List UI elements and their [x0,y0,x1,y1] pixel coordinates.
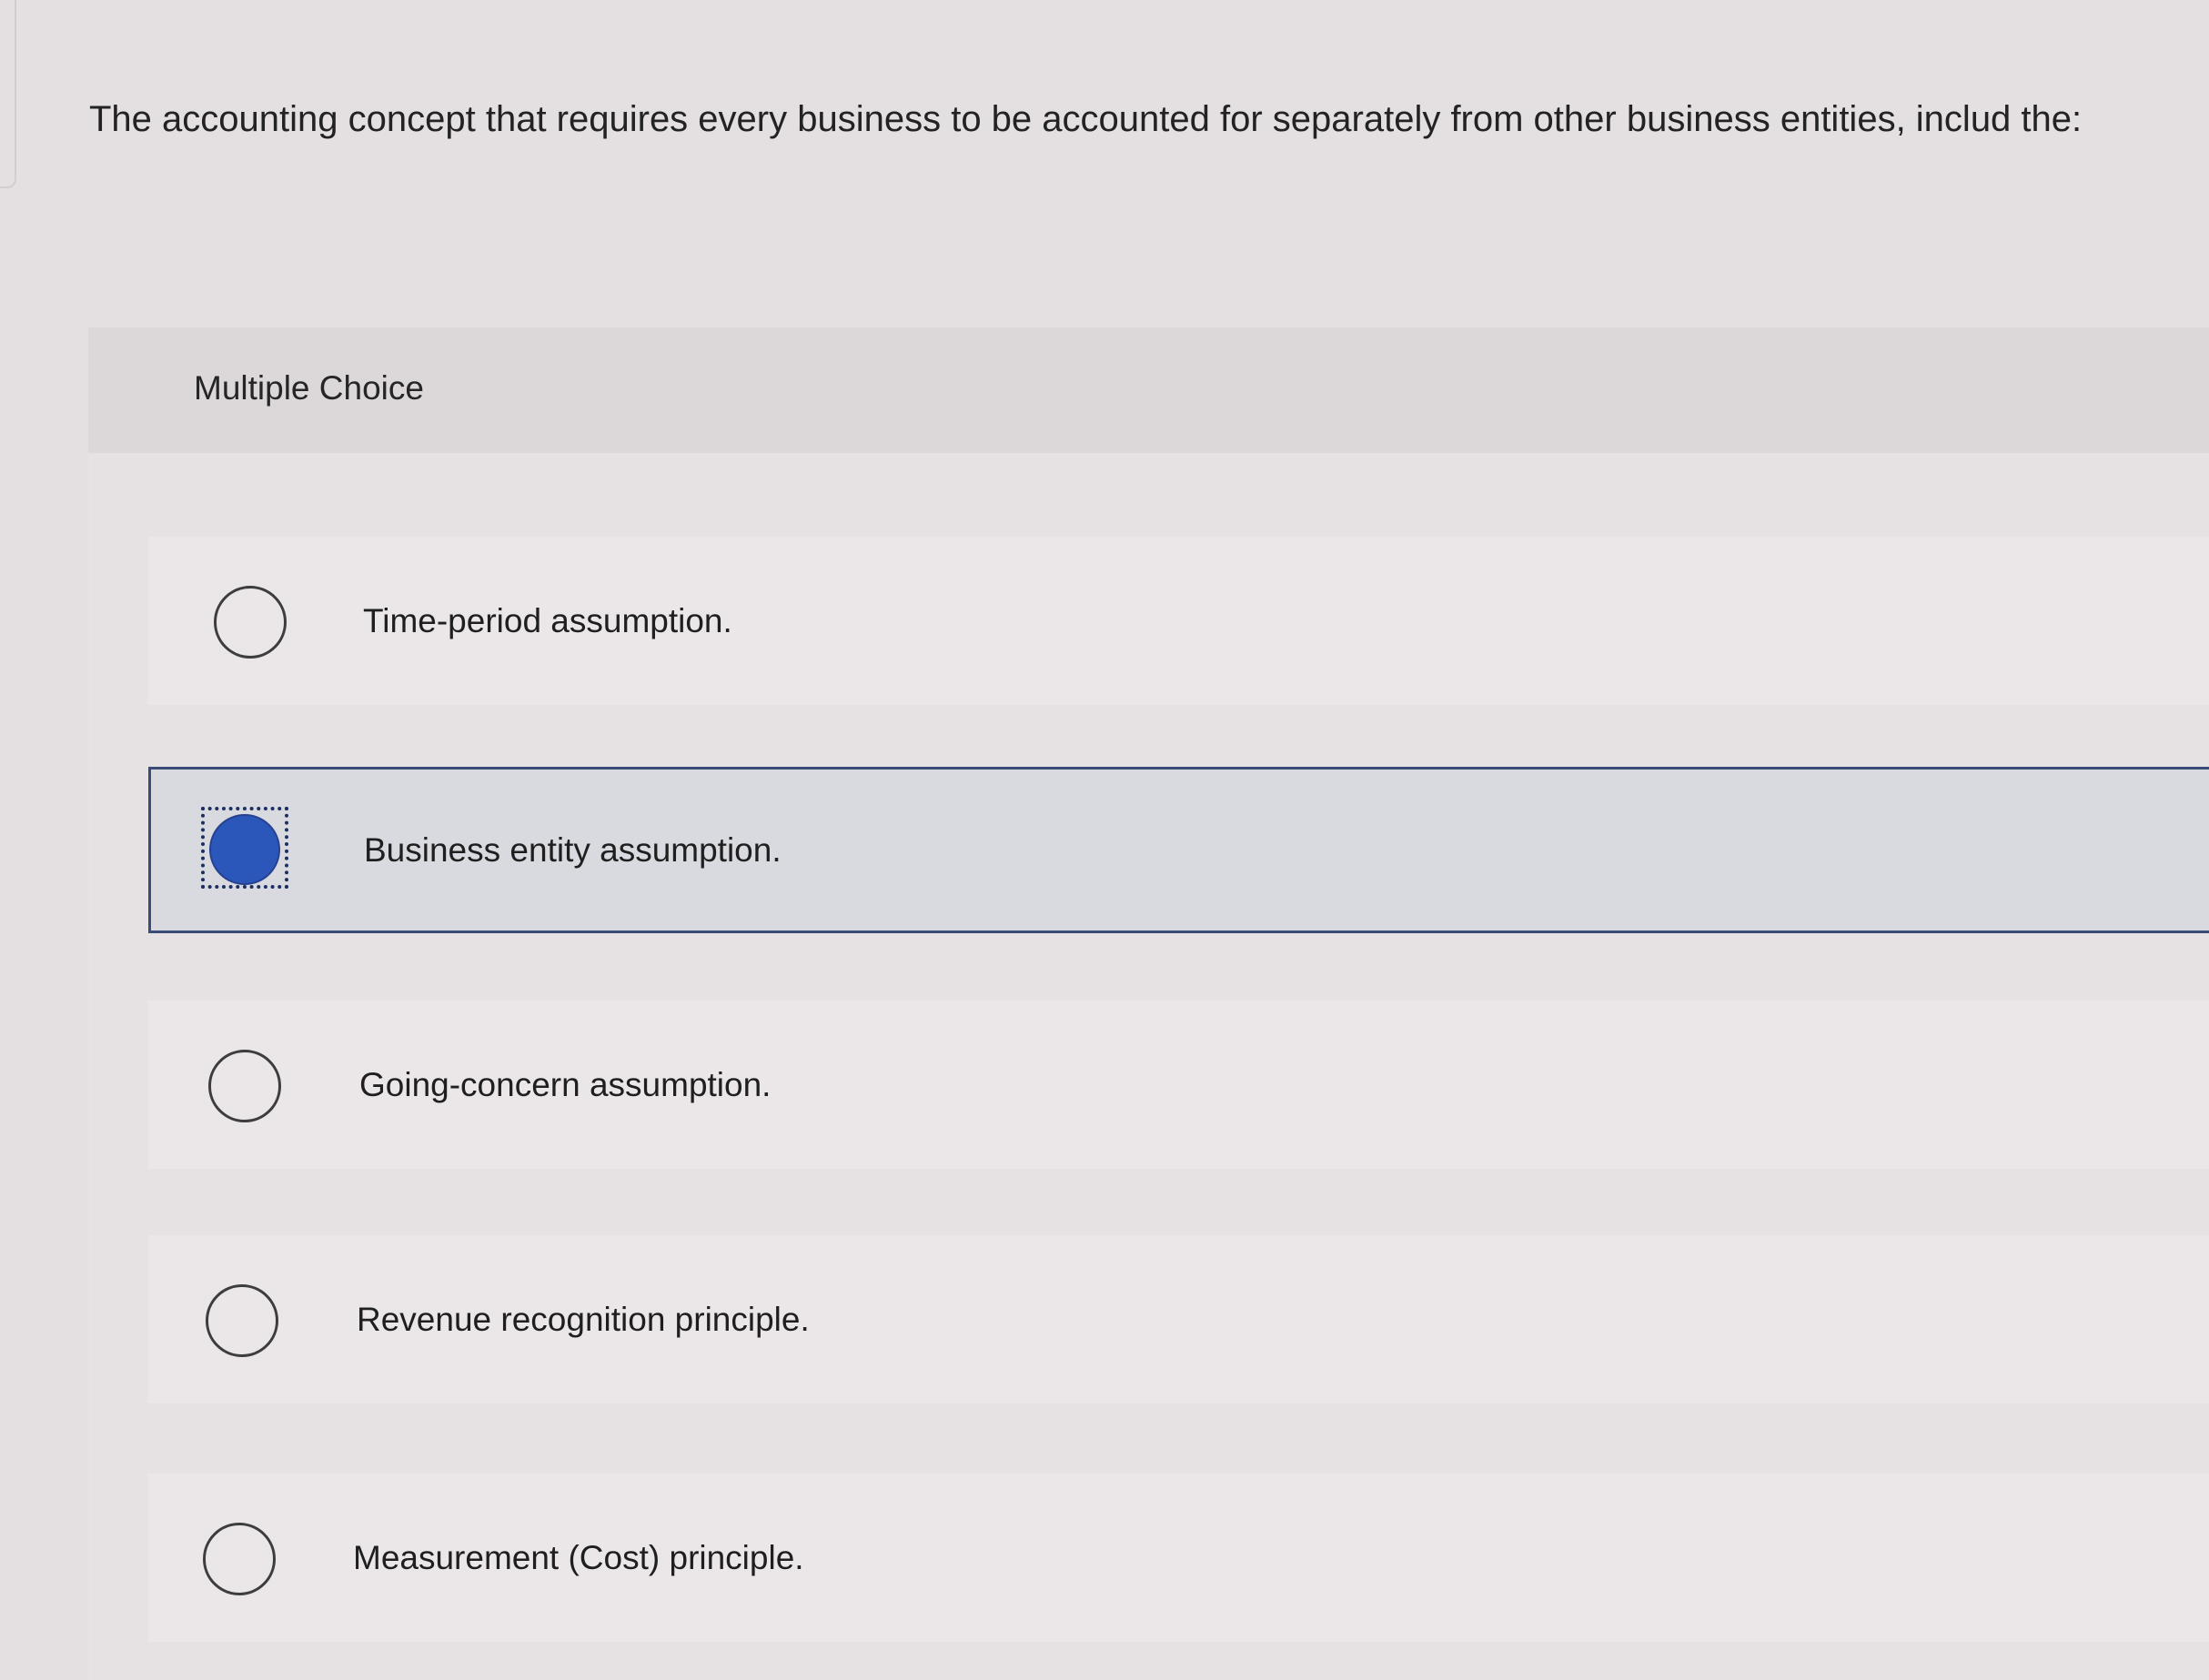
option-label: Measurement (Cost) principle. [353,1538,804,1576]
radio-button-unchecked[interactable] [208,1049,281,1122]
option-label: Business entity assumption. [364,830,782,869]
option-time-period[interactable]: Time-period assumption. [148,537,2209,705]
option-label: Revenue recognition principle. [357,1300,810,1338]
option-going-concern[interactable]: Going-concern assumption. [148,1001,2209,1169]
multiple-choice-header: Multiple Choice [88,327,2209,453]
radio-button-unchecked[interactable] [214,585,287,659]
radio-button-checked[interactable] [209,813,280,885]
multiple-choice-label: Multiple Choice [194,369,424,407]
question-text: The accounting concept that requires eve… [89,99,2083,139]
option-label: Time-period assumption. [363,601,732,639]
page-edge-divider [0,0,16,188]
radio-button-unchecked[interactable] [203,1522,276,1595]
option-business-entity[interactable]: Business entity assumption. [148,767,2209,933]
radio-button-unchecked[interactable] [206,1283,278,1357]
option-revenue-recognition[interactable]: Revenue recognition principle. [148,1235,2209,1403]
option-label: Going-concern assumption. [359,1065,772,1103]
option-measurement-cost[interactable]: Measurement (Cost) principle. [148,1474,2209,1642]
